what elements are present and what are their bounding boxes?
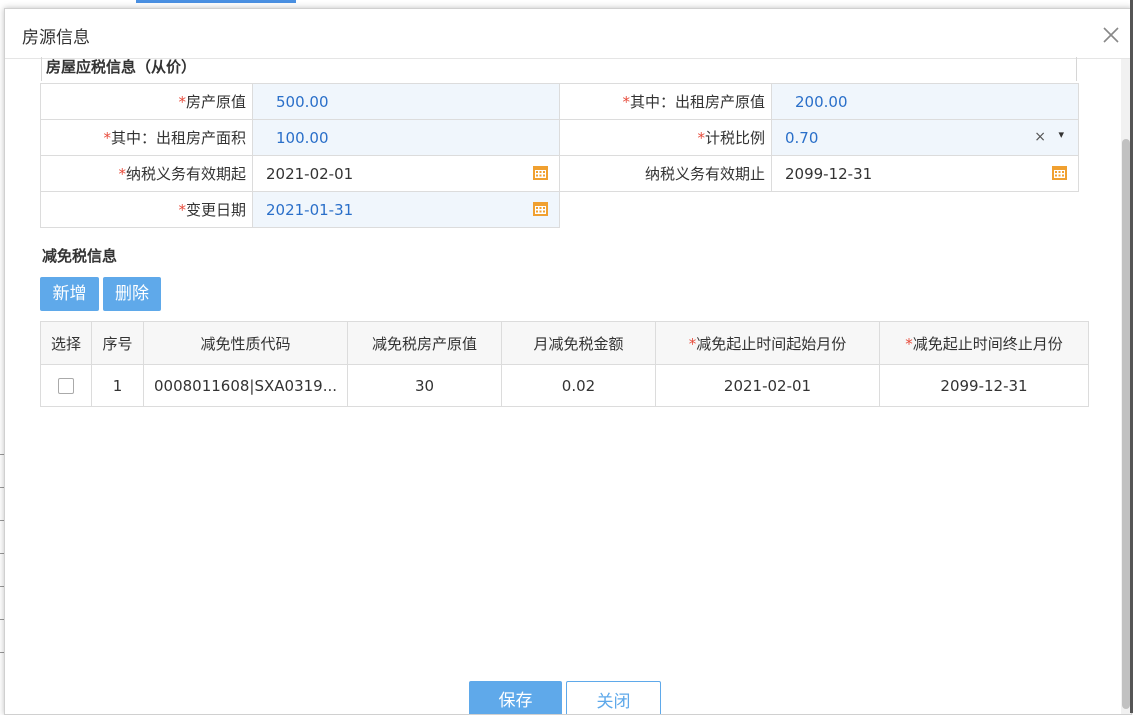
- table-header-row: 选择 序号 减免性质代码 减免税房产原值 月减免税金额 *减免起止时间起始月份 …: [40, 321, 1089, 365]
- clear-icon[interactable]: ×: [1034, 129, 1046, 145]
- relief-table: 选择 序号 减免性质代码 减免税房产原值 月减免税金额 *减免起止时间起始月份 …: [40, 321, 1089, 407]
- row-monthly: 0.02: [501, 364, 656, 407]
- original-value-label: *房产原值: [40, 83, 253, 120]
- rented-original-value-label: *其中：出租房产原值: [559, 83, 772, 120]
- delete-button[interactable]: 删除: [103, 277, 161, 311]
- tax-end-date-field[interactable]: 2099-12-31: [771, 155, 1079, 192]
- tax-ratio-select[interactable]: 0.70 × ▾: [771, 119, 1079, 156]
- tax-info-form: *房产原值 500.00 *其中：出租房产原值 200.00 *其中：出租房产面…: [40, 83, 1079, 228]
- calendar-icon[interactable]: [1051, 164, 1068, 181]
- column-header-monthly: 月减免税金额: [501, 321, 656, 365]
- tax-start-text: 2021-02-01: [266, 164, 354, 183]
- empty-cell: [560, 192, 772, 228]
- tax-info-section-title: 房屋应税信息（从价）: [41, 57, 1077, 81]
- row-select-cell: [40, 364, 92, 407]
- original-value-field[interactable]: 500.00: [252, 83, 560, 120]
- close-button[interactable]: 关闭: [566, 681, 661, 714]
- rented-area-label: *其中：出租房产面积: [40, 119, 253, 156]
- change-date-label: *变更日期: [40, 191, 253, 228]
- dialog-header: 房源信息: [5, 9, 1131, 59]
- save-button[interactable]: 保存: [469, 681, 562, 714]
- house-info-dialog: 房源信息 房屋应税信息（从价） *房产原值 500.00 *其中：出租房产原值 …: [4, 8, 1132, 715]
- row-checkbox[interactable]: [58, 378, 74, 394]
- tax-start-label: *纳税义务有效期起: [40, 155, 253, 192]
- column-header-seq: 序号: [91, 321, 144, 365]
- tax-ratio-text: 0.70: [785, 128, 819, 147]
- relief-section-title: 减免税信息: [42, 247, 118, 265]
- rented-area-field[interactable]: 100.00: [252, 119, 560, 156]
- calendar-icon[interactable]: [532, 200, 549, 217]
- empty-cell: [772, 192, 1079, 228]
- change-date-text: 2021-01-31: [266, 200, 354, 219]
- tax-ratio-label: *计税比例: [559, 119, 772, 156]
- table-row[interactable]: 1 0008011608|SXA0319... 30 0.02 2021-02-…: [40, 364, 1089, 407]
- calendar-icon[interactable]: [532, 164, 549, 181]
- tax-end-label: 纳税义务有效期止: [559, 155, 772, 192]
- change-date-field[interactable]: 2021-01-31: [252, 191, 560, 228]
- close-icon[interactable]: [1101, 25, 1121, 45]
- column-header-start: *减免起止时间起始月份: [655, 321, 880, 365]
- rented-original-value-text: 200.00: [795, 92, 848, 111]
- row-code: 0008011608|SXA0319...: [143, 364, 348, 407]
- column-header-end: *减免起止时间终止月份: [879, 321, 1089, 365]
- column-header-select: 选择: [40, 321, 92, 365]
- column-header-code: 减免性质代码: [143, 321, 348, 365]
- row-end: 2099-12-31: [879, 364, 1089, 407]
- row-start: 2021-02-01: [655, 364, 880, 407]
- row-seq: 1: [91, 364, 144, 407]
- column-header-value: 减免税房产原值: [347, 321, 502, 365]
- original-value-text: 500.00: [276, 92, 329, 111]
- tax-start-date-field[interactable]: 2021-02-01: [252, 155, 560, 192]
- row-value: 30: [347, 364, 502, 407]
- scrollbar-thumb[interactable]: [1122, 139, 1130, 709]
- caret-down-icon[interactable]: ▾: [1058, 128, 1064, 141]
- tax-end-text: 2099-12-31: [785, 164, 873, 183]
- rented-area-text: 100.00: [276, 128, 329, 147]
- rented-original-value-field[interactable]: 200.00: [771, 83, 1079, 120]
- background-tab-indicator: [136, 0, 296, 3]
- add-button[interactable]: 新增: [40, 277, 99, 311]
- dialog-title: 房源信息: [22, 28, 90, 48]
